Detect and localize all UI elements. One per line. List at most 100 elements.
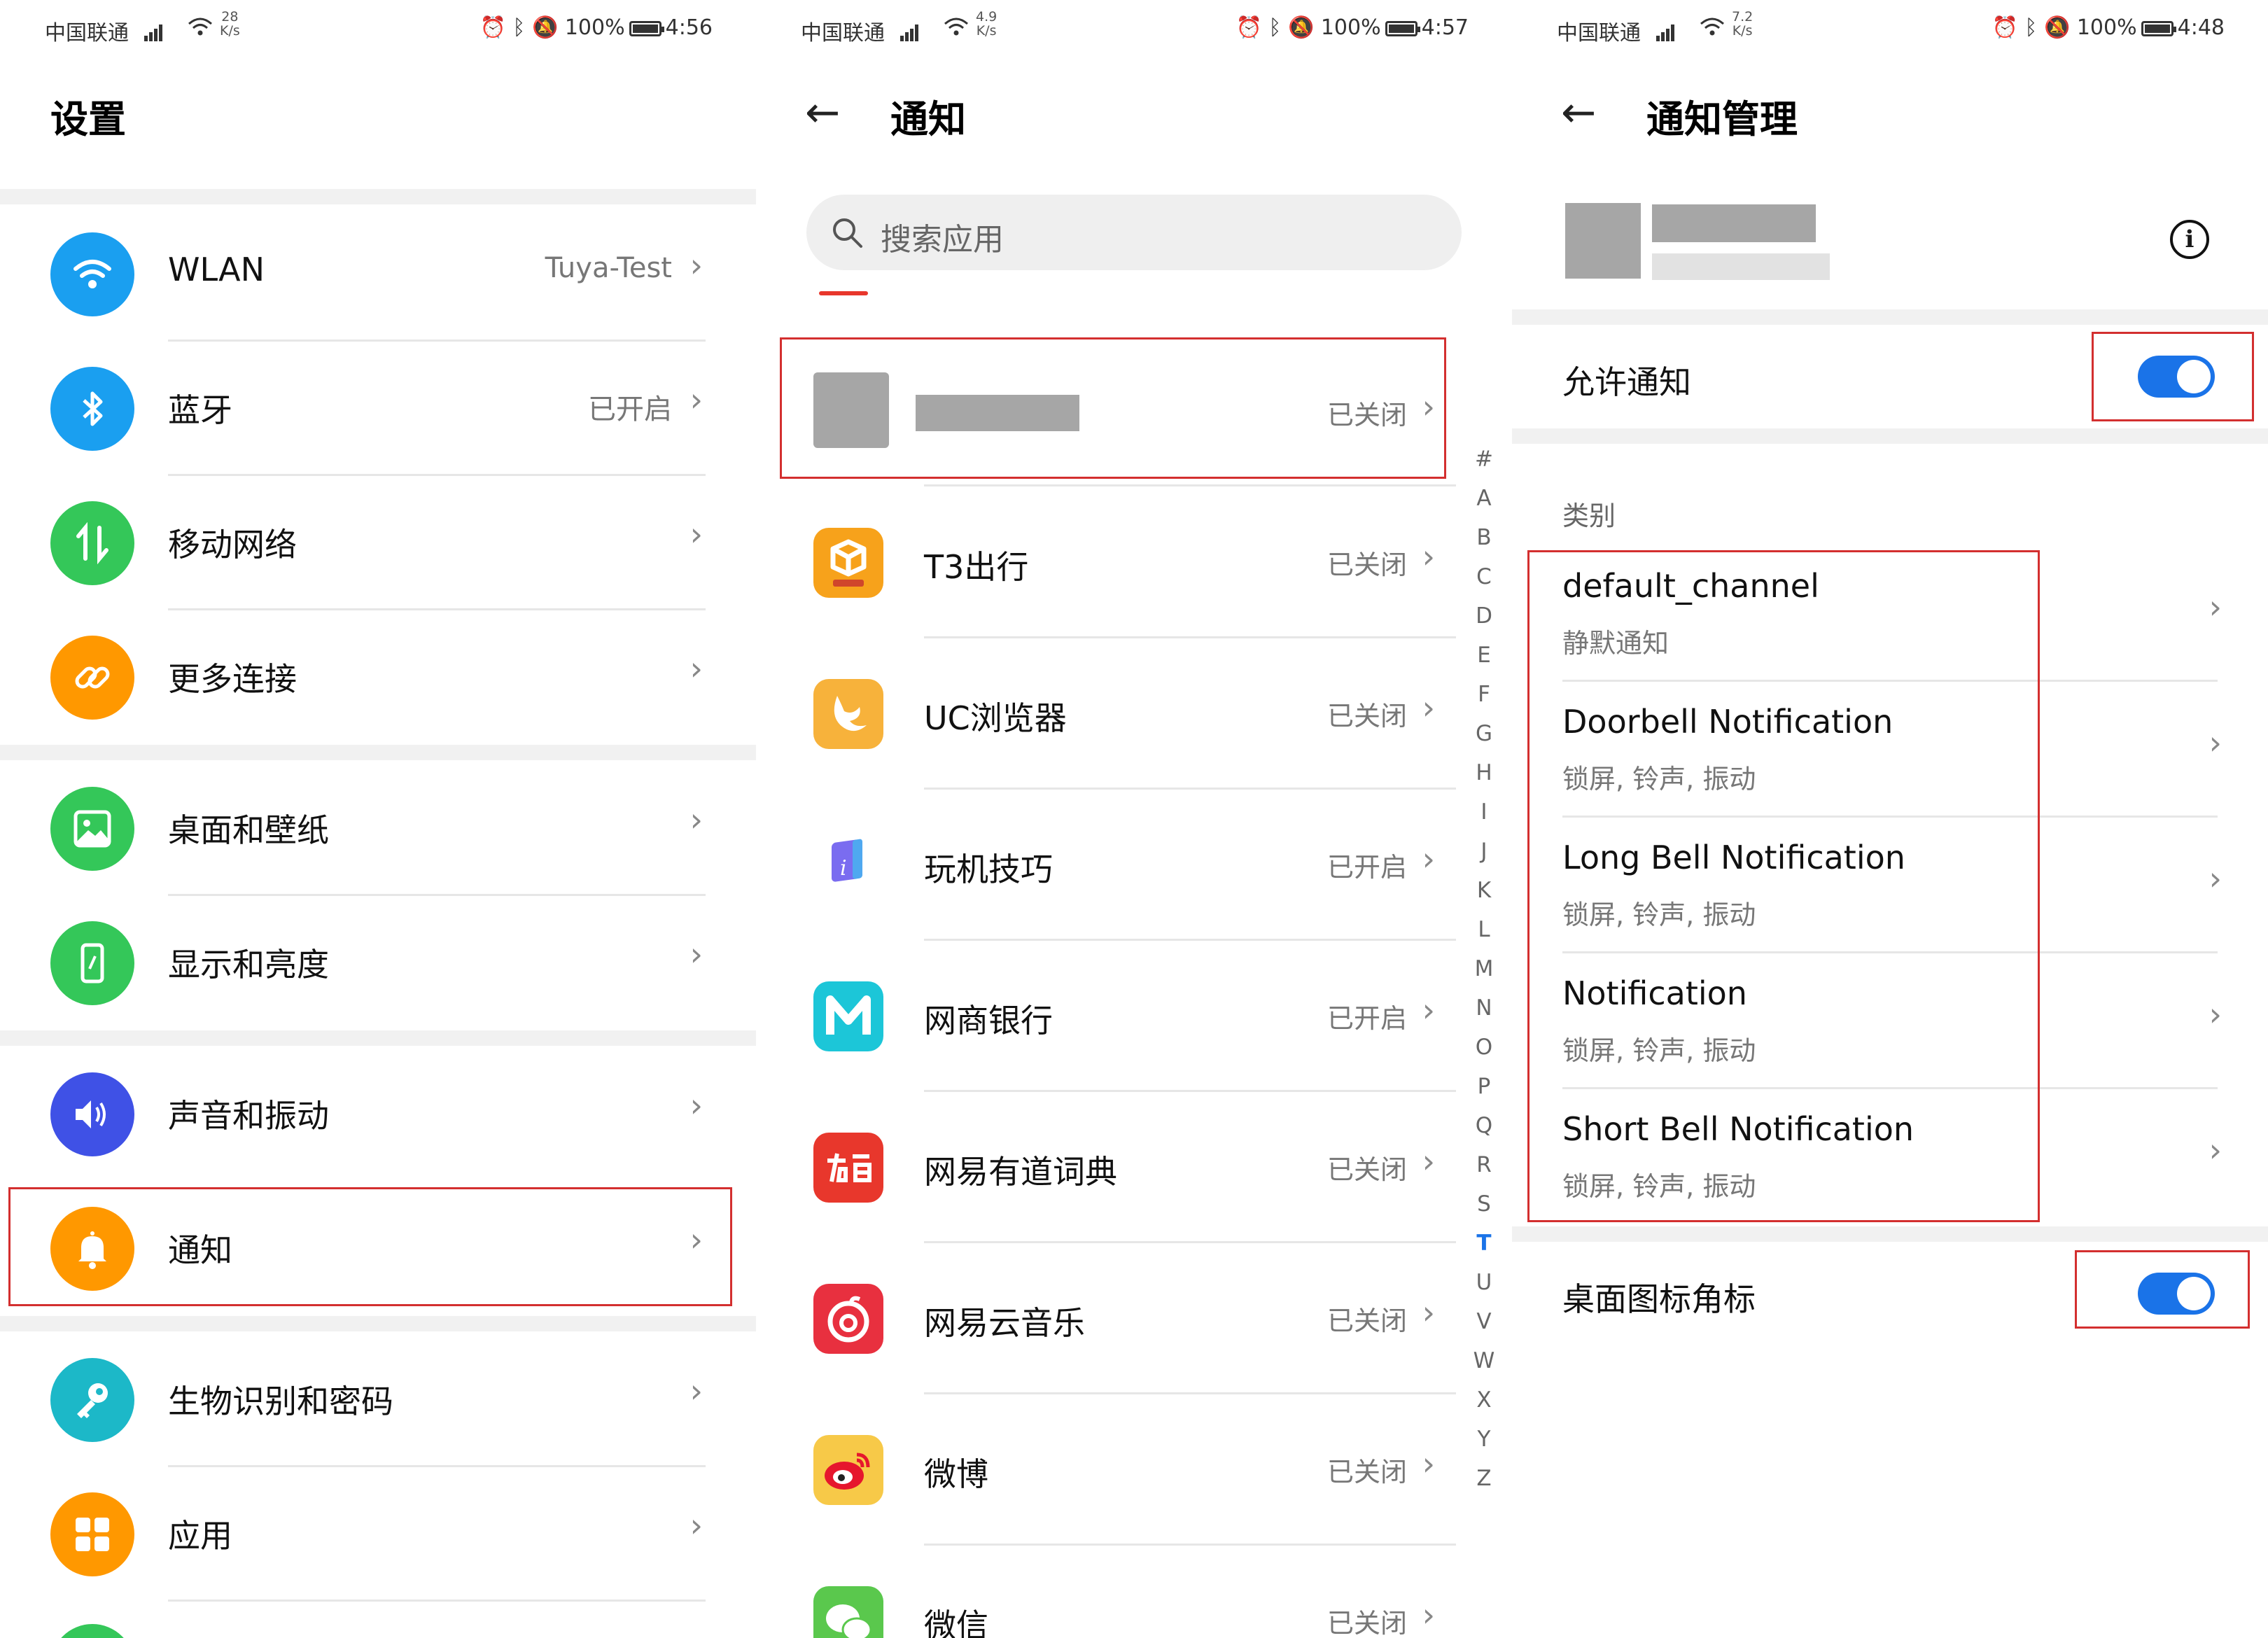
settings-item-label: 显示和亮度 [168, 946, 329, 983]
alphabet-letter[interactable]: L [1470, 910, 1498, 949]
chevron-right-icon: › [2208, 860, 2222, 897]
settings-item-bluetooth[interactable]: 蓝牙 已开启 › [0, 342, 756, 476]
alphabet-letter[interactable]: A [1470, 479, 1498, 518]
notifications-screen: 中国联通 4.9 K/s ⏰ ᛒ 🔕 100% 4:57 ← 通知 搜索应用 已关闭… [756, 0, 1512, 1638]
status-right: ⏰ ᛒ 🔕 100% 4:56 [479, 15, 713, 40]
status-bar: 中国联通 7.2 K/s ⏰ ᛒ 🔕 100% 4:48 [1512, 0, 2268, 56]
alphabet-letter[interactable]: O [1470, 1028, 1498, 1067]
alphabet-letter[interactable]: E [1470, 636, 1498, 675]
signal-icon [144, 17, 164, 41]
status-right: ⏰ ᛒ 🔕 100% 4:57 [1236, 15, 1469, 40]
info-icon[interactable]: i [2170, 220, 2209, 259]
app-row[interactable]: 微信 已关闭 › [756, 1546, 1456, 1638]
alphabet-letter[interactable]: H [1470, 753, 1498, 792]
settings-item-label: 应用 [168, 1517, 232, 1555]
settings-item-wallpaper[interactable]: 桌面和壁纸 › [0, 762, 756, 896]
speaker-icon [50, 1072, 134, 1156]
alphabet-letter[interactable]: Q [1470, 1106, 1498, 1145]
alphabet-letter[interactable]: M [1470, 949, 1498, 988]
alphabet-letter[interactable]: R [1470, 1145, 1498, 1184]
settings-item-wlan[interactable]: WLAN Tuya-Test › [0, 207, 756, 342]
chevron-right-icon: › [690, 246, 703, 284]
bluetooth-status-icon: ᛒ [2024, 15, 2038, 40]
highlight-box [780, 337, 1446, 479]
wifi-icon [50, 232, 134, 316]
settings-item-mobile-network[interactable]: 移动网络 › [0, 476, 756, 610]
wifi-status-icon [944, 17, 969, 42]
alphabet-letter[interactable]: G [1470, 714, 1498, 753]
app-name: 网商银行 [924, 1002, 1053, 1040]
app-row[interactable]: 网易云音乐 已关闭 › [756, 1243, 1456, 1394]
chevron-right-icon: › [690, 1372, 703, 1410]
bluetooth-icon [50, 367, 134, 451]
status-right: ⏰ ᛒ 🔕 100% 4:48 [1991, 15, 2225, 40]
bluetooth-status-icon: ᛒ [512, 15, 526, 40]
wifi-status-icon [1700, 17, 1725, 42]
app-row[interactable]: i 玩机技巧 已开启 › [756, 790, 1456, 941]
search-placeholder: 搜索应用 [881, 222, 1004, 258]
alphabet-letter[interactable]: X [1470, 1380, 1498, 1420]
alphabet-letter[interactable]: S [1470, 1184, 1498, 1224]
net-speed: 4.9 [976, 9, 997, 24]
app-status: 已关闭 [1326, 1457, 1407, 1488]
settings-item-apps[interactable]: 应用 › [0, 1467, 756, 1602]
highlight-box [1527, 550, 2040, 1222]
settings-screen: 中国联通 28 K/s ⏰ ᛒ 🔕 100% 4:56 设置 WLAN Tuya-T… [0, 0, 756, 1638]
alphabet-letter[interactable]: Z [1470, 1459, 1498, 1498]
alphabet-letter[interactable]: J [1470, 832, 1498, 871]
chevron-right-icon: › [690, 1086, 703, 1124]
chevron-right-icon: › [690, 381, 703, 419]
alphabet-letter[interactable]: D [1470, 596, 1498, 636]
alphabet-index[interactable]: # A B C D E F G H I J K L M N O P Q R S T U V W X Y Z [1470, 440, 1498, 1498]
chevron-right-icon: › [1422, 991, 1435, 1029]
net-speed: 7.2 [1732, 9, 1754, 24]
youdao-app-icon [813, 1133, 883, 1203]
status-bar: 中国联通 28 K/s ⏰ ᛒ 🔕 100% 4:56 [0, 0, 756, 56]
alphabet-letter[interactable]: Y [1470, 1420, 1498, 1459]
settings-item-sound[interactable]: 声音和振动 › [0, 1047, 756, 1182]
alarm-icon: ⏰ [479, 15, 506, 40]
battery-icon [2141, 21, 2176, 36]
link-icon [50, 636, 134, 720]
battery-percent: 100% [1320, 15, 1381, 40]
alphabet-letter[interactable]: T [1470, 1224, 1498, 1263]
alphabet-letter[interactable]: # [1470, 440, 1498, 479]
alphabet-letter[interactable]: V [1470, 1302, 1498, 1341]
search-input[interactable]: 搜索应用 [806, 195, 1462, 270]
alphabet-letter[interactable]: N [1470, 988, 1498, 1028]
app-row[interactable]: 网易有道词典 已关闭 › [756, 1092, 1456, 1243]
back-arrow-icon[interactable]: ← [805, 88, 840, 137]
back-arrow-icon[interactable]: ← [1561, 88, 1596, 137]
alphabet-letter[interactable]: I [1470, 792, 1498, 832]
alphabet-letter[interactable]: W [1470, 1341, 1498, 1380]
chevron-right-icon: › [2208, 724, 2222, 762]
battery-percent: 100% [564, 15, 625, 40]
app-row[interactable]: 微博 已关闭 › [756, 1394, 1456, 1546]
highlight-box [8, 1187, 732, 1306]
chevron-right-icon: › [1422, 689, 1435, 727]
alphabet-letter[interactable]: K [1470, 871, 1498, 910]
settings-item-display[interactable]: 显示和亮度 › [0, 896, 756, 1030]
settings-item-biometrics[interactable]: 生物识别和密码 › [0, 1333, 756, 1467]
search-icon [833, 218, 862, 248]
redacted-app-icon [1565, 203, 1641, 279]
category-header: 类别 [1562, 500, 1616, 531]
settings-item-label: 蓝牙 [168, 391, 232, 429]
t3-app-icon [813, 528, 883, 598]
settings-item-label: 生物识别和密码 [168, 1382, 393, 1420]
settings-item-more-connections[interactable]: 更多连接 › [0, 610, 756, 745]
alphabet-letter[interactable]: F [1470, 675, 1498, 714]
alphabet-letter[interactable]: P [1470, 1067, 1498, 1106]
mobile-data-icon [50, 501, 134, 585]
alphabet-letter[interactable]: B [1470, 518, 1498, 557]
app-row[interactable]: UC浏览器 已关闭 › [756, 638, 1456, 790]
app-row[interactable]: T3出行 已关闭 › [756, 487, 1456, 638]
alphabet-letter[interactable]: U [1470, 1263, 1498, 1302]
app-status: 已关闭 [1326, 1154, 1407, 1185]
alphabet-letter[interactable]: C [1470, 557, 1498, 596]
chevron-right-icon: › [1422, 1445, 1435, 1483]
netease-music-icon [813, 1284, 883, 1354]
signal-icon [900, 17, 920, 41]
app-row[interactable]: 网商银行 已开启 › [756, 941, 1456, 1092]
chevron-right-icon: › [690, 935, 703, 973]
